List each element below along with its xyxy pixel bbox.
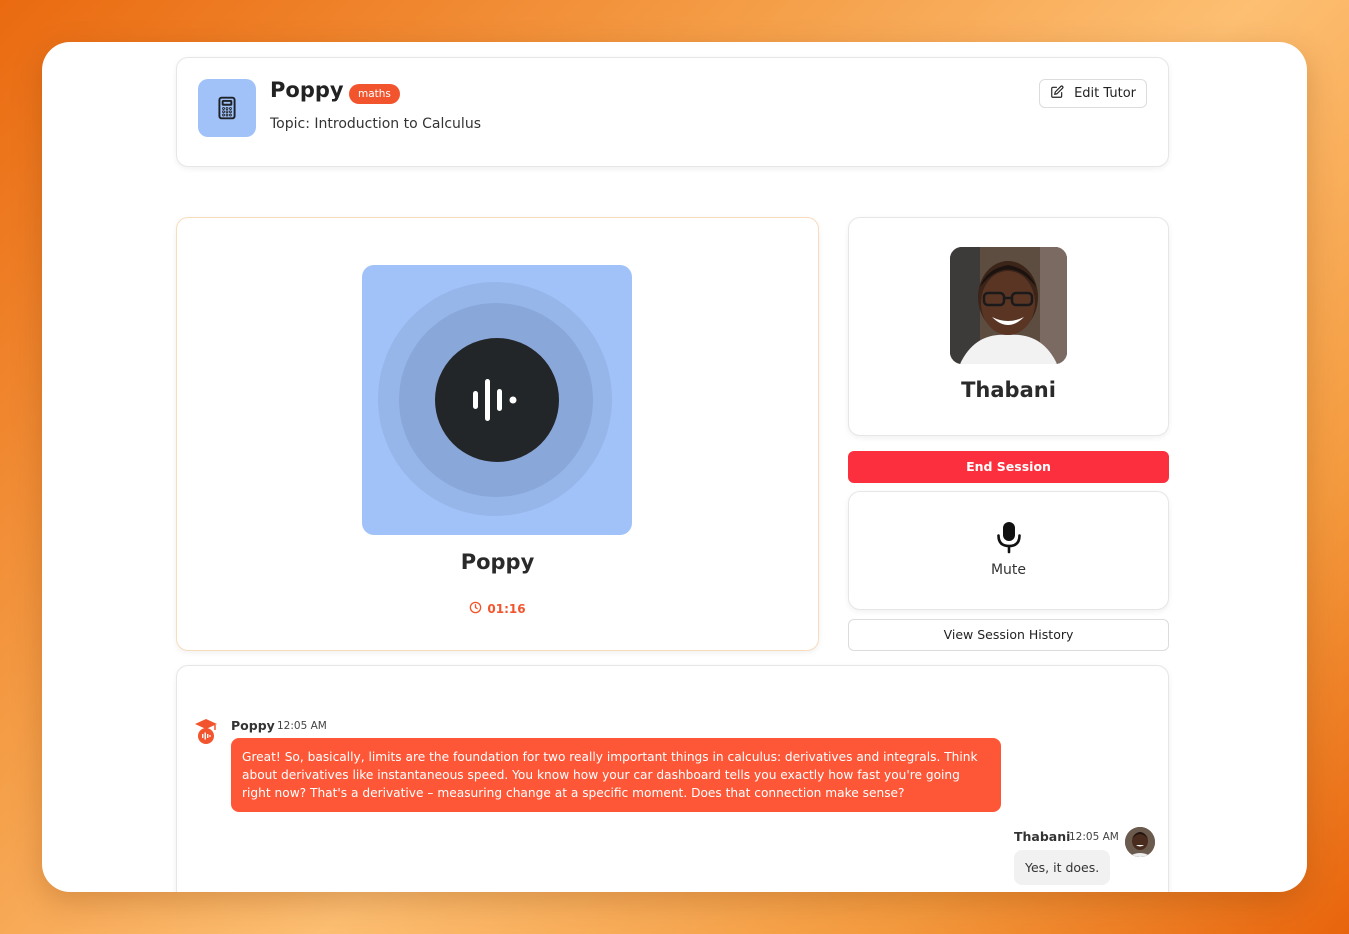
user-name: Thabani xyxy=(961,378,1056,402)
tutor-name: Poppy xyxy=(270,78,344,102)
message-sender: Thabani xyxy=(1014,829,1071,844)
audio-waveform-icon xyxy=(435,338,559,462)
edit-tutor-button[interactable]: Edit Tutor xyxy=(1039,79,1147,108)
end-session-button[interactable]: End Session xyxy=(848,451,1169,483)
mute-label: Mute xyxy=(990,562,1027,578)
clock-icon xyxy=(469,601,482,617)
tutor-graduation-icon xyxy=(194,717,218,745)
timer-value: 01:16 xyxy=(487,602,526,616)
tutor-message-bubble: Great! So, basically, limits are the fou… xyxy=(231,738,1001,812)
microphone-icon xyxy=(994,520,1024,558)
user-avatar xyxy=(950,247,1067,364)
view-session-history-button[interactable]: View Session History xyxy=(848,619,1169,651)
session-timer: 01:16 xyxy=(177,601,818,617)
message-timestamp: 12:05 AM xyxy=(277,720,327,732)
subject-badge: maths xyxy=(349,84,400,104)
edit-icon xyxy=(1050,85,1064,103)
user-panel: Thabani xyxy=(848,217,1169,436)
calculator-icon xyxy=(198,79,256,137)
tutor-voice-name: Poppy xyxy=(460,550,535,574)
mute-button[interactable]: Mute xyxy=(848,491,1169,610)
user-message-bubble: Yes, it does. xyxy=(1014,850,1111,885)
app-window: Poppy maths Topic: Introduction to Calcu… xyxy=(42,42,1307,892)
tutor-header: Poppy maths Topic: Introduction to Calcu… xyxy=(176,57,1169,167)
message-timestamp: 12:05 AM xyxy=(1069,831,1119,843)
user-message-avatar xyxy=(1125,827,1155,857)
tutor-voice-panel: Poppy 01:16 xyxy=(176,217,819,651)
edit-tutor-label: Edit Tutor xyxy=(1074,86,1136,101)
voice-visualizer xyxy=(362,265,632,535)
message-sender: Poppy xyxy=(231,718,275,733)
chat-transcript: Poppy 12:05 AM Great! So, basically, lim… xyxy=(176,665,1169,892)
session-topic: Topic: Introduction to Calculus xyxy=(270,116,481,132)
